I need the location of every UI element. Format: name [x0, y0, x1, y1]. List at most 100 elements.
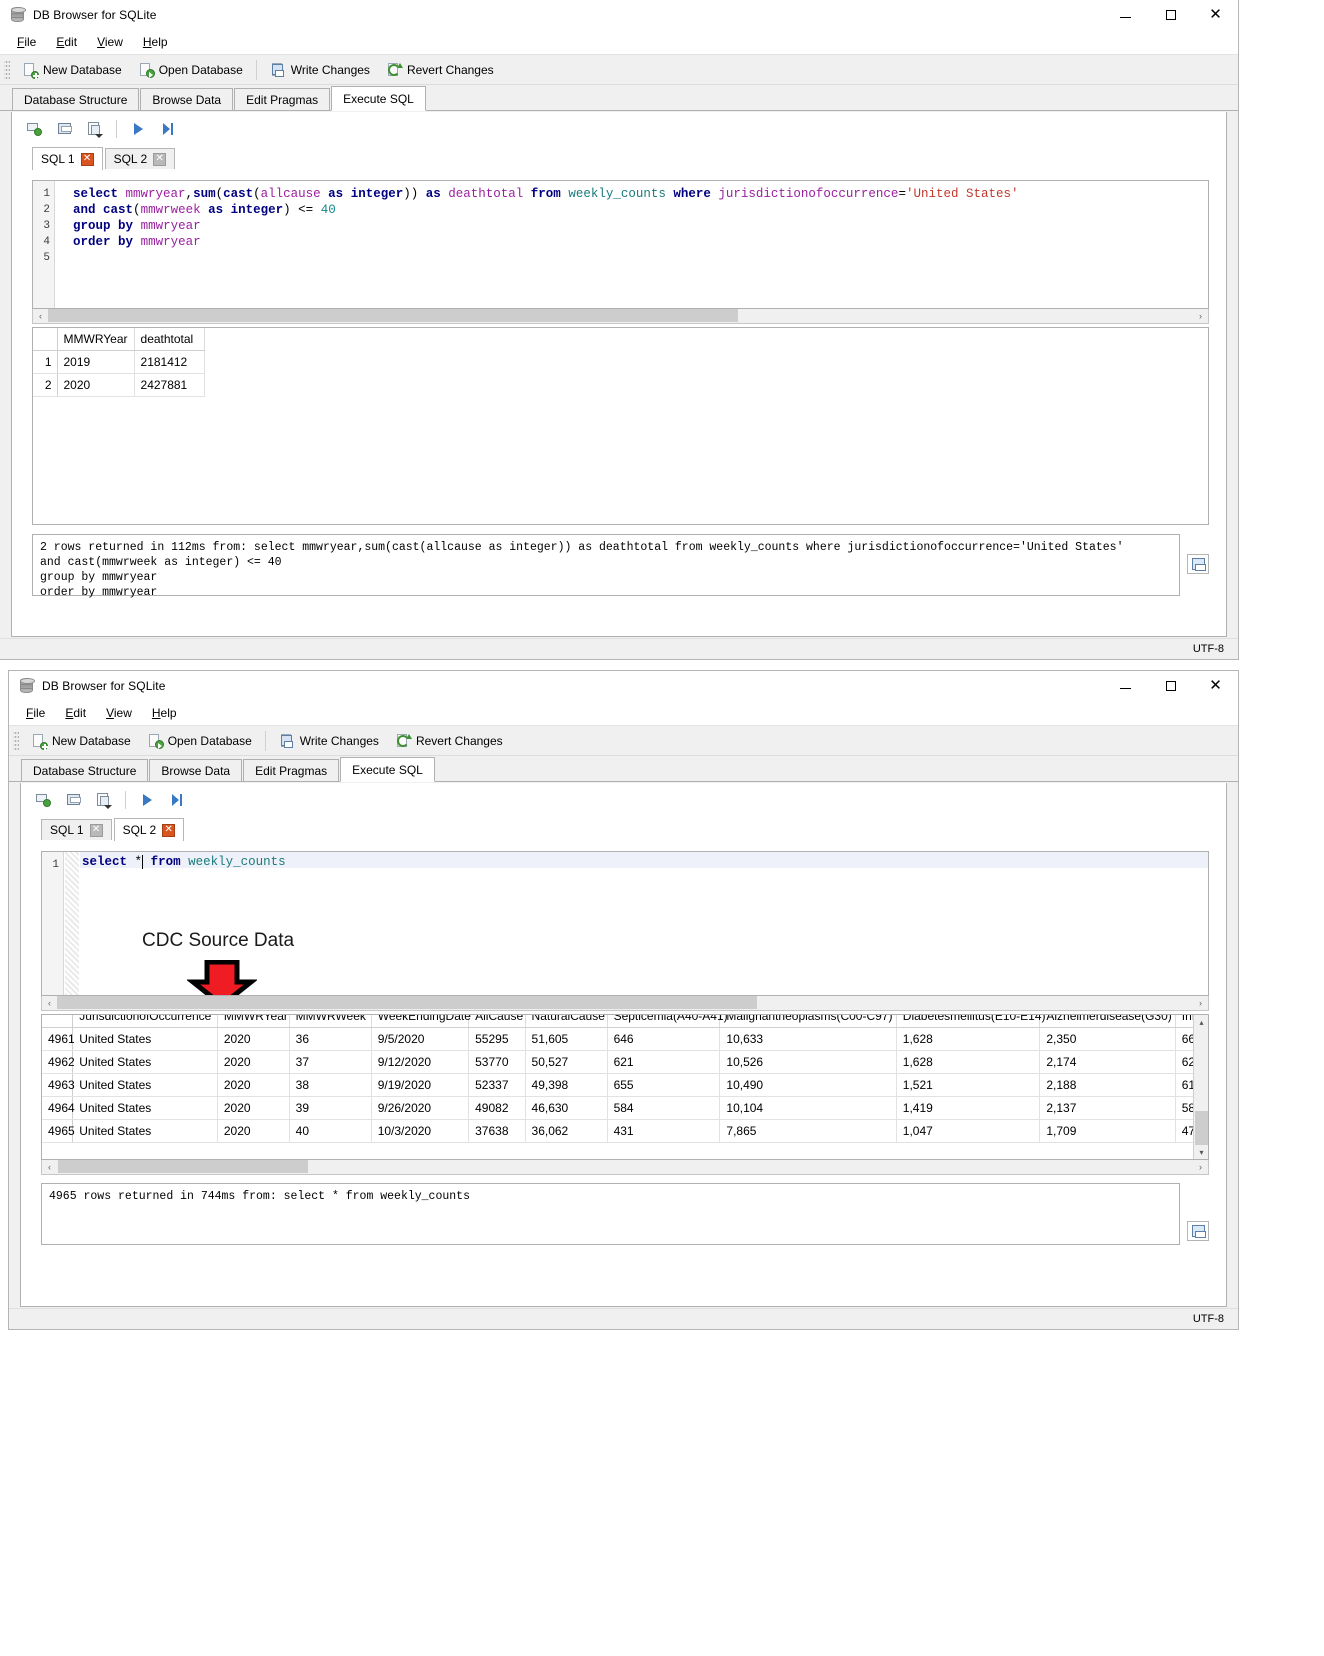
table-cell[interactable]: 2020	[217, 1119, 290, 1143]
hscroll-left-arrow-bottom[interactable]: ‹	[42, 997, 57, 1010]
sql-tab-1[interactable]: SQL 1 ✕	[41, 819, 112, 840]
minimize-button[interactable]	[1103, 0, 1148, 30]
menu-file[interactable]: FFileile	[7, 32, 46, 52]
table-cell[interactable]: 1,419	[896, 1096, 1041, 1120]
vscroll-down-arrow[interactable]: ▾	[1194, 1145, 1208, 1159]
table-cell[interactable]: 2,350	[1039, 1027, 1176, 1051]
table-cell[interactable]: 46,630	[525, 1096, 608, 1120]
revert-changes-button[interactable]: Revert Changes	[387, 731, 511, 751]
menu-help[interactable]: Help	[142, 703, 187, 723]
close-button[interactable]: ✕	[1193, 0, 1238, 30]
execute-current-line-icon[interactable]	[159, 120, 177, 138]
table-cell[interactable]: 9/26/2020	[371, 1096, 470, 1120]
column-header-malignantneoplasms-c00-c97-[interactable]: Malignantneoplasms(C00-C97)	[719, 1015, 897, 1028]
results-grid-top[interactable]: MMWRYear deathtotal 1 2019 2181412 2 202…	[32, 327, 1209, 525]
table-cell[interactable]: 10,104	[719, 1096, 897, 1120]
table-cell[interactable]: 9/19/2020	[371, 1073, 470, 1097]
menu-help[interactable]: Help	[133, 32, 178, 52]
cell-deathtotal[interactable]: 2181412	[134, 350, 205, 374]
toolbar-grip[interactable]	[4, 59, 10, 80]
table-cell[interactable]: 655	[607, 1073, 721, 1097]
open-database-button[interactable]: Open Database	[139, 731, 260, 751]
table-cell[interactable]: 2020	[217, 1027, 290, 1051]
cell-mmwryear[interactable]: 2019	[57, 350, 135, 374]
column-header-allcause[interactable]: AllCause	[468, 1015, 526, 1028]
column-header-deathtotal[interactable]: deathtotal	[134, 328, 205, 351]
table-cell[interactable]: 51,605	[525, 1027, 608, 1051]
table-cell[interactable]: 1,709	[1039, 1119, 1176, 1143]
hscroll-thumb-bottom[interactable]	[57, 996, 757, 1009]
editor-hscrollbar-top[interactable]: ‹ ›	[32, 309, 1209, 324]
table-cell[interactable]: 9/5/2020	[371, 1027, 470, 1051]
table-cell[interactable]: 621	[607, 1050, 721, 1074]
table-cell[interactable]: 36	[289, 1027, 372, 1051]
table-cell[interactable]: 38	[289, 1073, 372, 1097]
table-row[interactable]: 4963 United States 2020 38 9/19/2020 52337 49,…	[42, 1073, 1193, 1097]
table-cell[interactable]: 10,526	[719, 1050, 897, 1074]
table-cell[interactable]: 431	[607, 1119, 721, 1143]
table-cell[interactable]: 624	[1175, 1050, 1193, 1074]
table-cell[interactable]: 50,527	[525, 1050, 608, 1074]
table-cell[interactable]: 2020	[217, 1096, 290, 1120]
write-changes-button[interactable]: Write Changes	[271, 731, 387, 751]
column-header-septicemia-a40-a41-[interactable]: Septicemia(A40-A41)	[607, 1015, 728, 1028]
new-database-button[interactable]: New Database	[23, 731, 139, 751]
table-cell[interactable]: 10/3/2020	[371, 1119, 470, 1143]
table-row[interactable]: 4965 United States 2020 40 10/3/2020 37638 36,…	[42, 1119, 1193, 1143]
menu-edit[interactable]: Edit	[46, 32, 87, 52]
table-cell[interactable]: 36,062	[525, 1119, 608, 1143]
sql-tab-1[interactable]: SQL 1 ✕	[32, 147, 103, 170]
sql-tab-2[interactable]: SQL 2 ✕	[104, 148, 176, 169]
table-cell[interactable]: 9/12/2020	[371, 1050, 470, 1074]
vscroll-up-arrow[interactable]: ▴	[1194, 1015, 1208, 1029]
save-results-button-top[interactable]	[1187, 554, 1209, 574]
cell-mmwryear[interactable]: 2020	[57, 373, 135, 397]
maximize-button[interactable]	[1148, 671, 1193, 701]
open-tab-icon[interactable]	[35, 791, 53, 809]
sql-tab-1-close-icon[interactable]: ✕	[80, 152, 94, 166]
results-hscroll-right-arrow[interactable]: ›	[1193, 1161, 1208, 1174]
table-cell[interactable]: United States	[72, 1096, 218, 1120]
tab-browse-data[interactable]: Browse Data	[149, 759, 243, 781]
open-sql-file-icon[interactable]	[65, 791, 83, 809]
sql-editor-top[interactable]: 1 2 3 4 5 select mmwryear,sum(cast(allca…	[32, 180, 1209, 309]
minimize-button[interactable]	[1103, 671, 1148, 701]
open-tab-icon[interactable]	[26, 120, 44, 138]
table-row[interactable]: 1 2019 2181412	[33, 350, 205, 374]
tab-database-structure[interactable]: Database Structure	[21, 759, 149, 781]
maximize-button[interactable]	[1148, 0, 1193, 30]
open-sql-file-icon[interactable]	[56, 120, 74, 138]
hscroll-left-arrow-top[interactable]: ‹	[33, 310, 48, 323]
results-hscroll-left-arrow[interactable]: ‹	[42, 1161, 57, 1174]
table-cell[interactable]: 2,188	[1039, 1073, 1176, 1097]
table-row[interactable]: 4964 United States 2020 39 9/26/2020 49082 46,…	[42, 1096, 1193, 1120]
table-cell[interactable]: 37	[289, 1050, 372, 1074]
sql-tab-2-close-icon[interactable]: ✕	[162, 823, 176, 837]
table-cell[interactable]: 2,174	[1039, 1050, 1176, 1074]
results-hscrollbar-bottom[interactable]: ‹ ›	[41, 1160, 1209, 1175]
table-cell[interactable]: 39	[289, 1096, 372, 1120]
execute-current-line-icon[interactable]	[168, 791, 186, 809]
write-changes-button[interactable]: Write Changes	[262, 60, 378, 80]
sql-editor-bottom[interactable]: 1 select * from weekly_counts CDC Source…	[41, 851, 1209, 996]
table-cell[interactable]: 663	[1175, 1027, 1193, 1051]
table-cell[interactable]: 1,628	[896, 1050, 1041, 1074]
vscroll-thumb[interactable]	[1195, 1111, 1208, 1145]
editor-hscrollbar-bottom[interactable]: ‹ ›	[41, 996, 1209, 1011]
table-row[interactable]: 4961 United States 2020 36 9/5/2020 55295 51,6…	[42, 1027, 1193, 1051]
tab-edit-pragmas[interactable]: Edit Pragmas	[243, 759, 340, 781]
column-header-naturalcause[interactable]: NaturalCause	[525, 1015, 608, 1028]
table-cell[interactable]: 52337	[468, 1073, 526, 1097]
table-cell[interactable]: 2020	[217, 1050, 290, 1074]
table-cell[interactable]: 10,633	[719, 1027, 897, 1051]
table-cell[interactable]: 1,047	[896, 1119, 1041, 1143]
table-cell[interactable]: 37638	[468, 1119, 526, 1143]
menu-view[interactable]: View	[96, 703, 142, 723]
hscroll-right-arrow-bottom[interactable]: ›	[1193, 997, 1208, 1010]
table-row[interactable]: 4962 United States 2020 37 9/12/2020 53770 50,…	[42, 1050, 1193, 1074]
column-header-mmwryear[interactable]: MMWRYear	[217, 1015, 290, 1028]
table-cell[interactable]: 40	[289, 1119, 372, 1143]
open-database-button[interactable]: Open Database	[130, 60, 251, 80]
table-cell[interactable]: 49082	[468, 1096, 526, 1120]
table-cell[interactable]: United States	[72, 1027, 218, 1051]
